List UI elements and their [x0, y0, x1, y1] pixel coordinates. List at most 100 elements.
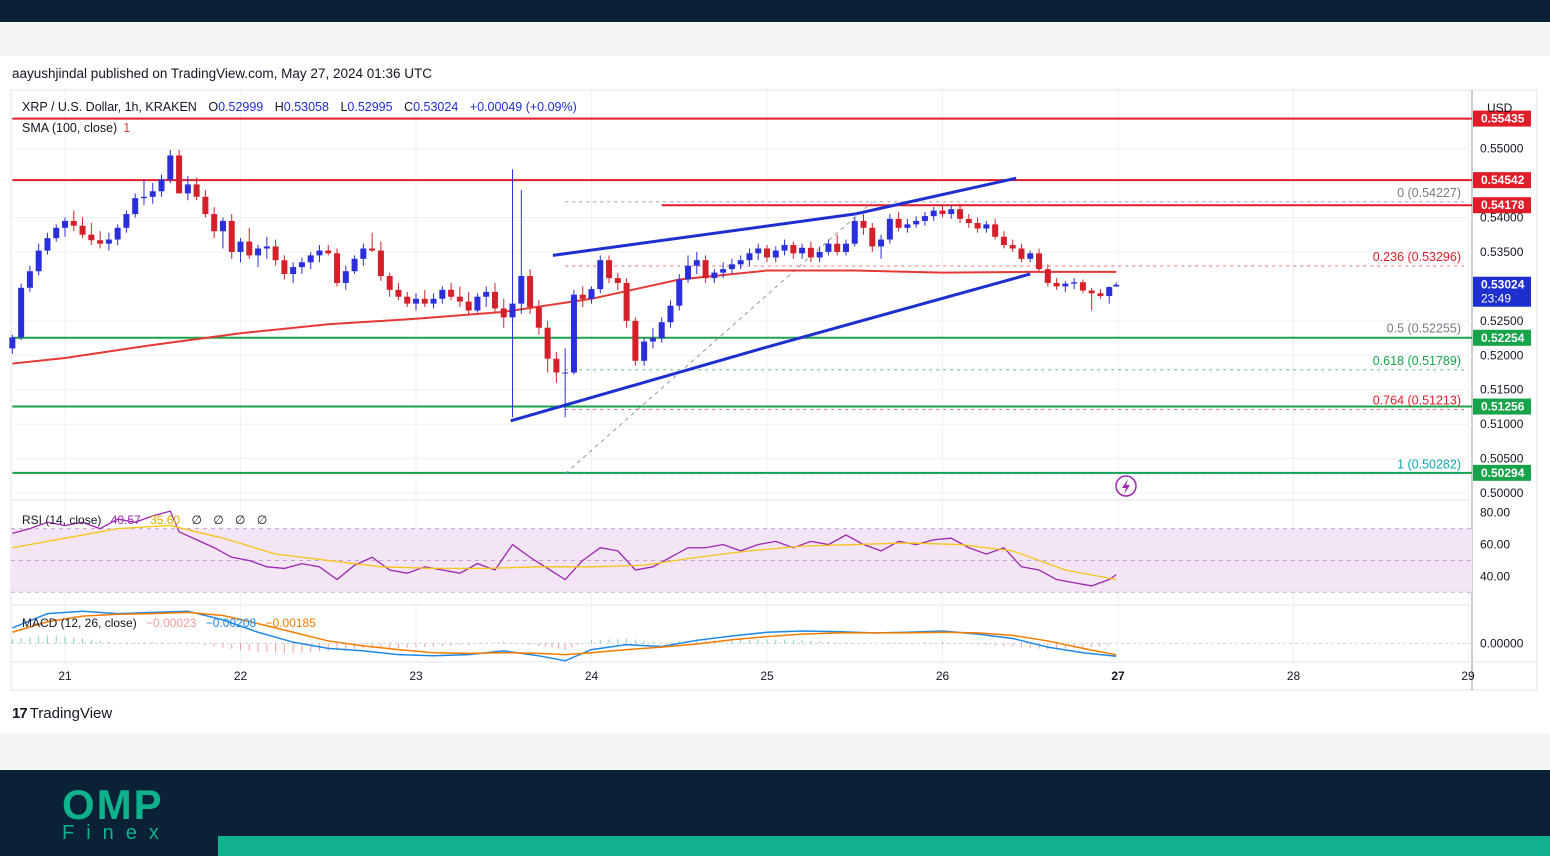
rsi-tick-label: 80.00 — [1480, 506, 1510, 520]
legend-row: XRP / U.S. Dollar, 1h, KRAKEN O0.52999 H… — [22, 100, 577, 135]
price-badge-label: 0.50294 — [1481, 466, 1525, 480]
y-tick-label: 0.55000 — [1480, 142, 1524, 156]
candle-body — [298, 262, 305, 268]
candle-body — [781, 245, 788, 251]
candle-body — [904, 224, 911, 228]
candle-body — [1000, 236, 1007, 246]
candle-body — [35, 250, 42, 272]
candle-body — [500, 308, 507, 318]
fib-label: 0.5 (0.52255) — [1387, 322, 1461, 336]
candle-body — [693, 260, 700, 266]
fib-label: 0.236 (0.53296) — [1373, 250, 1461, 264]
candle-body — [439, 289, 446, 299]
candle-body — [992, 224, 999, 237]
rsi-legend: RSI (14, close) 40.57 35.60 ∅ ∅ ∅ ∅ — [22, 513, 267, 527]
candle-body — [421, 298, 428, 304]
candle-body — [597, 260, 604, 290]
site-footer — [0, 770, 1550, 856]
candle-body — [948, 209, 955, 215]
candle-body — [360, 248, 367, 259]
x-tick-label: 24 — [585, 669, 599, 683]
candle-body — [351, 258, 358, 272]
candle-body — [88, 234, 95, 241]
sma-100-line — [12, 269, 1117, 365]
candle-body — [62, 220, 68, 228]
candle-body — [562, 372, 569, 374]
candle-body — [342, 271, 349, 283]
candle-body — [114, 227, 121, 240]
y-tick-label: 0.52000 — [1480, 348, 1524, 362]
candle-body — [518, 276, 525, 304]
candle-body — [825, 243, 832, 252]
candle-body — [728, 264, 735, 270]
candle-body — [158, 179, 165, 192]
candle-body — [1113, 284, 1120, 287]
candle-body — [369, 248, 376, 251]
candle-body — [921, 216, 928, 221]
candle-body — [474, 296, 481, 311]
lightning-icon[interactable] — [1115, 475, 1137, 497]
candle-body — [816, 251, 823, 258]
candle-body — [588, 289, 595, 299]
candle-body — [711, 272, 718, 279]
candle-body — [1053, 282, 1060, 287]
price-badge-countdown: 23:49 — [1481, 292, 1511, 306]
candle-body — [132, 198, 139, 215]
candle-body — [939, 210, 946, 215]
y-tick-label: 0.52500 — [1480, 314, 1524, 328]
candle-body — [974, 222, 981, 229]
candle-body — [219, 220, 226, 232]
candle-body — [1071, 282, 1078, 284]
legend-change: +0.00049 (+0.09%) — [470, 100, 577, 114]
candle-body — [658, 322, 665, 339]
candle-body — [404, 296, 411, 304]
svg-text:SMA (100, close)1: SMA (100, close) 1 — [22, 121, 130, 135]
candle-body — [456, 296, 463, 302]
y-tick-label: 0.51000 — [1480, 417, 1524, 431]
candle-body — [79, 225, 86, 235]
candle-body — [965, 218, 972, 223]
candle-body — [246, 241, 253, 256]
candle-body — [579, 294, 586, 299]
x-tick-label: 21 — [58, 669, 72, 683]
candle-body — [202, 196, 209, 215]
candle-body — [799, 247, 806, 254]
tradingview-logo[interactable]: 17 TradingView — [12, 705, 112, 722]
candle-body — [1062, 283, 1069, 287]
candle-body — [290, 267, 297, 274]
macd-legend: MACD (12, 26, close) −0.00023 −0.00208 −… — [22, 616, 316, 630]
candle-body — [649, 338, 656, 342]
candle-body — [334, 253, 341, 283]
candle-body — [272, 246, 279, 261]
currency-label[interactable]: USD — [1487, 101, 1513, 115]
omp-logo[interactable]: OMP — [62, 784, 164, 826]
candle-body — [535, 307, 542, 328]
candle-body — [957, 209, 964, 219]
candle-body — [430, 298, 437, 304]
candle-body — [860, 220, 867, 228]
x-tick-label: 25 — [760, 669, 774, 683]
candle-body — [184, 184, 191, 194]
candle-body — [316, 250, 323, 256]
candle-body — [483, 291, 490, 297]
candle-body — [685, 265, 692, 280]
candle-body — [263, 246, 270, 249]
legend-sma: SMA (100, close) — [22, 121, 117, 135]
candle-body — [544, 327, 551, 359]
footer-accent-strip — [218, 836, 1550, 856]
candle-body — [325, 250, 332, 254]
candle-body — [18, 287, 25, 338]
candle-body — [509, 303, 516, 318]
candle-body — [1044, 269, 1051, 283]
candle-body — [53, 227, 60, 239]
candle-body — [167, 155, 174, 180]
y-tick-label: 0.53500 — [1480, 245, 1524, 259]
legend-high: 0.53058 — [284, 100, 329, 114]
candle-body — [395, 289, 402, 297]
price-badge-label: 0.52254 — [1481, 331, 1525, 345]
chart-area[interactable]: 0 (0.54227) 0.236 (0.53296) 0.5 (0.52255) 0… — [0, 0, 1550, 856]
price-badge-label: 0.53024 — [1481, 278, 1525, 292]
candle-body — [1018, 248, 1025, 259]
x-tick-label: 23 — [409, 669, 423, 683]
candle-body — [790, 245, 797, 254]
